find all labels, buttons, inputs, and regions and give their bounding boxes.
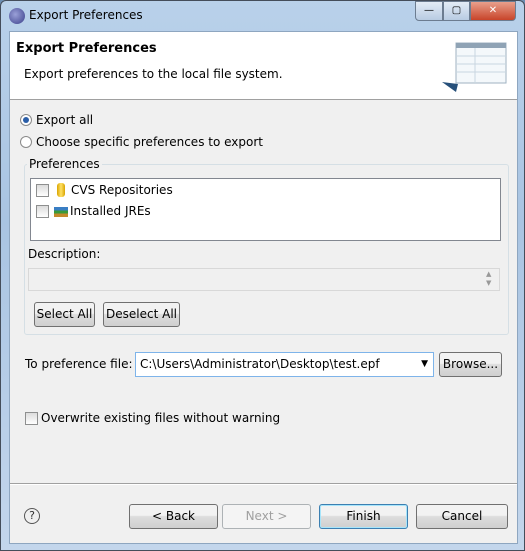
- window-title: Export Preferences: [29, 8, 143, 22]
- description-label: Description:: [28, 247, 101, 261]
- deselect-all-button[interactable]: Deselect All: [103, 302, 180, 327]
- dialog-window: Export Preferences — ▢ ✕ Export Preferen…: [0, 0, 525, 551]
- chevron-down-icon[interactable]: ▼: [421, 359, 428, 369]
- choose-specific-label[interactable]: Choose specific preferences to export: [36, 135, 263, 149]
- eclipse-icon: [9, 8, 25, 24]
- list-item[interactable]: CVS Repositories: [71, 183, 173, 197]
- separator: [10, 483, 517, 485]
- cvs-repositories-checkbox[interactable]: [36, 184, 49, 197]
- help-icon[interactable]: ?: [24, 508, 40, 524]
- overwrite-label[interactable]: Overwrite existing files without warning: [41, 411, 280, 425]
- overwrite-checkbox[interactable]: [25, 412, 38, 425]
- page-description: Export preferences to the local file sys…: [24, 67, 283, 81]
- next-button: Next >: [222, 504, 311, 529]
- preference-file-label: To preference file:: [25, 357, 133, 371]
- finish-button[interactable]: Finish: [319, 504, 408, 529]
- minimize-button[interactable]: —: [415, 1, 443, 21]
- export-all-label[interactable]: Export all: [36, 113, 93, 127]
- preferences-group-label: Preferences: [27, 157, 102, 171]
- export-wizard-icon: [442, 42, 507, 92]
- database-icon: [57, 183, 65, 197]
- browse-button[interactable]: Browse...: [439, 352, 502, 377]
- page-title: Export Preferences: [16, 41, 157, 56]
- description-text: [28, 268, 500, 291]
- close-button[interactable]: ✕: [470, 1, 516, 21]
- wizard-header: Export Preferences Export preferences to…: [10, 32, 517, 100]
- select-all-button[interactable]: Select All: [34, 302, 95, 327]
- choose-specific-radio[interactable]: [20, 136, 32, 148]
- preferences-list[interactable]: CVS Repositories Installed JREs: [30, 178, 501, 241]
- export-all-radio[interactable]: [20, 114, 32, 126]
- jre-library-icon: [54, 207, 68, 217]
- dialog-content: Export Preferences Export preferences to…: [9, 31, 518, 544]
- preference-file-value[interactable]: C:\Users\Administrator\Desktop\test.epf: [140, 357, 380, 371]
- installed-jres-checkbox[interactable]: [36, 205, 49, 218]
- maximize-button[interactable]: ▢: [443, 1, 470, 21]
- description-scroll-arrows[interactable]: ▲ ▼: [486, 270, 491, 288]
- cancel-button[interactable]: Cancel: [416, 504, 508, 529]
- list-item[interactable]: Installed JREs: [70, 204, 151, 218]
- back-button[interactable]: < Back: [129, 504, 218, 529]
- preference-file-combo[interactable]: C:\Users\Administrator\Desktop\test.epf …: [135, 352, 434, 377]
